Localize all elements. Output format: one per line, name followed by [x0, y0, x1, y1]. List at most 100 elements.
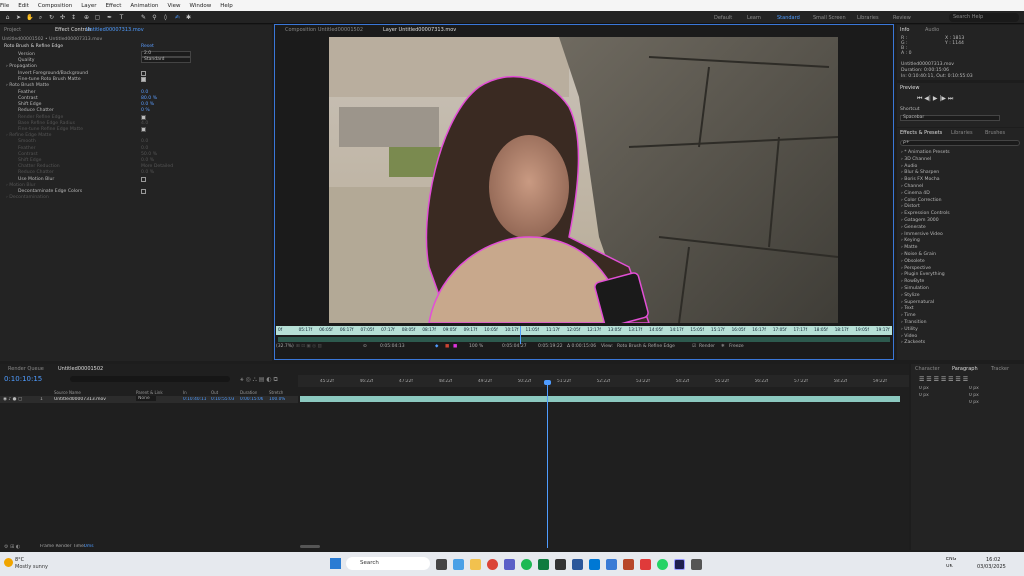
type-tool-icon[interactable]: T	[118, 14, 125, 21]
effect-row-value[interactable]: 0 %	[141, 108, 150, 113]
effect-row-value[interactable]: 80.0 %	[141, 96, 157, 101]
tray-region[interactable]: UK	[946, 564, 953, 569]
layer-in[interactable]: 0:10:40:11	[183, 397, 206, 402]
zoom-tool-icon[interactable]: ⌕	[37, 14, 44, 21]
app-icon-2[interactable]	[691, 559, 702, 570]
mask-tool-icon[interactable]: ▢	[94, 14, 101, 21]
playhead-handle[interactable]	[544, 380, 551, 385]
effects-category[interactable]: › Obsolete	[901, 259, 925, 264]
effects-category[interactable]: › Text	[901, 306, 914, 311]
weather-temp[interactable]: 8°C	[15, 557, 24, 563]
effect-row-checkbox[interactable]	[141, 189, 146, 194]
channel-red-icon[interactable]: ■	[445, 344, 449, 349]
effects-category[interactable]: › Transition	[901, 320, 927, 325]
menu-help[interactable]: Help	[220, 3, 233, 9]
menu-layer[interactable]: Layer	[81, 3, 96, 9]
effects-category[interactable]: › Noise & Grain	[901, 252, 936, 257]
effects-category[interactable]: › Video	[901, 334, 917, 339]
effects-category[interactable]: › Time	[901, 313, 916, 318]
taskbar-search[interactable]: Search	[346, 557, 430, 570]
timeline-current-time[interactable]: 0:10:10:15	[4, 375, 42, 383]
effects-category[interactable]: › Stylize	[901, 293, 920, 298]
workspace-learn[interactable]: Learn	[747, 15, 761, 21]
effects-category[interactable]: › Keying	[901, 238, 920, 243]
eraser-tool-icon[interactable]: ◊	[162, 14, 169, 21]
menu-view[interactable]: View	[167, 3, 180, 9]
after-effects-icon[interactable]	[674, 559, 685, 570]
file-explorer-icon[interactable]	[470, 559, 481, 570]
timeline-search-input[interactable]	[70, 376, 230, 382]
view-dropdown[interactable]: Roto Brush & Refine Edge	[617, 344, 675, 349]
tab-audio[interactable]: Audio	[925, 27, 939, 33]
footage-frame[interactable]	[329, 37, 838, 323]
dolly-tool-icon[interactable]: ↕	[70, 14, 77, 21]
effect-row-dropdown[interactable]: Standard	[141, 57, 191, 64]
effect-row-value[interactable]: 4.0	[141, 121, 148, 126]
whatsapp-icon[interactable]	[657, 559, 668, 570]
tab-effects-presets[interactable]: Effects & Presets	[900, 130, 942, 136]
acrobat-icon[interactable]	[640, 559, 651, 570]
camera-icon[interactable]: ⊙	[363, 344, 367, 349]
layer-work-bar[interactable]	[278, 337, 890, 342]
effect-row-value[interactable]: 50.0 %	[141, 152, 157, 157]
tab-composition[interactable]: Composition Untitled00001502	[285, 27, 363, 33]
selection-tool-icon[interactable]: ➤	[15, 14, 22, 21]
effect-row-value[interactable]: More Detailed	[141, 164, 173, 169]
brush-tool-icon[interactable]: ✎	[140, 14, 147, 21]
puppet-pin-icon[interactable]: ✱	[185, 14, 192, 21]
menu-animation[interactable]: Animation	[130, 3, 158, 9]
hand-tool-icon[interactable]: ✋	[26, 14, 33, 21]
tab-render-queue[interactable]: Render Queue	[8, 366, 44, 372]
layer-time-ruler[interactable]: 0f 05:17f 06:05f 06:17f 07:05f 07:17f 08:05f 08…	[276, 326, 892, 335]
effects-category[interactable]: › Perspective	[901, 266, 931, 271]
lrc-icon[interactable]	[572, 559, 583, 570]
align-buttons[interactable]: ☰ ☰ ☰ ☰ ☰ ☰ ☰	[919, 376, 968, 383]
excel-icon[interactable]	[538, 559, 549, 570]
roto-brush-tool-icon[interactable]: ✍	[174, 14, 181, 21]
menu-file[interactable]: File	[0, 3, 9, 9]
powerpoint-icon[interactable]	[623, 559, 634, 570]
indent-first-value[interactable]: 0 px	[919, 393, 929, 398]
menu-effect[interactable]: Effect	[106, 3, 122, 9]
effects-category[interactable]: › Cinema 4D	[901, 191, 930, 196]
anchor-tool-icon[interactable]: ⊕	[83, 14, 90, 21]
effects-category[interactable]: › Supernatural	[901, 300, 934, 305]
tab-project[interactable]: Project	[4, 27, 21, 33]
effect-row-value[interactable]: 0.0	[141, 146, 148, 151]
timeline-playhead[interactable]	[547, 380, 548, 548]
workspace-small-screen[interactable]: Small Screen	[813, 15, 846, 21]
table-row[interactable]: ◉ ♪ ● ▢ 1 Untitled00007313.mov None 0:10…	[0, 396, 298, 403]
search-help-input[interactable]: Search Help	[949, 13, 1019, 22]
effects-category[interactable]: › Gatagem 3000	[901, 218, 939, 223]
effects-category[interactable]: › Distort	[901, 204, 920, 209]
magnification-dropdown[interactable]: (32.7%)	[276, 344, 294, 349]
clock-date[interactable]: 03/03/2025	[977, 564, 1006, 570]
task-view-icon[interactable]	[436, 559, 447, 570]
freeze-icon[interactable]: ❄	[721, 344, 725, 349]
home-icon[interactable]: ⌂	[4, 14, 11, 21]
outlook-icon[interactable]	[589, 559, 600, 570]
pen-tool-icon[interactable]: ✒	[106, 14, 113, 21]
effects-category[interactable]: › Audio	[901, 164, 917, 169]
effects-category[interactable]: › Color Correction	[901, 198, 942, 203]
effects-category[interactable]: › Generate	[901, 225, 926, 230]
tab-paragraph[interactable]: Paragraph	[952, 366, 978, 372]
effect-row-checkbox[interactable]	[141, 77, 146, 83]
effects-category[interactable]: › Simulation	[901, 286, 929, 291]
menu-window[interactable]: Window	[190, 3, 212, 9]
layer-playhead[interactable]	[520, 326, 521, 344]
tab-character[interactable]: Character	[915, 366, 940, 372]
effects-category[interactable]: › Expression Controls	[901, 211, 950, 216]
viewer-toggle-icons[interactable]: ⊞ ⊡ ▣ ◎ ▥	[296, 344, 322, 349]
indent-right-value[interactable]: 0 px	[969, 386, 979, 391]
start-button-icon[interactable]	[330, 558, 341, 569]
effects-category[interactable]: › Zackeets	[901, 340, 925, 345]
effects-category[interactable]: › Blur & Sharpen	[901, 170, 939, 175]
effects-category[interactable]: › Plugin Everything	[901, 272, 945, 277]
tab-brushes[interactable]: Brushes	[985, 130, 1005, 136]
layer-duration[interactable]: 0:00:15:06	[240, 397, 263, 402]
workspace-review[interactable]: Review	[893, 15, 911, 21]
menu-composition[interactable]: Composition	[38, 3, 72, 9]
mail-icon[interactable]	[606, 559, 617, 570]
zoom-slider[interactable]	[300, 545, 320, 548]
